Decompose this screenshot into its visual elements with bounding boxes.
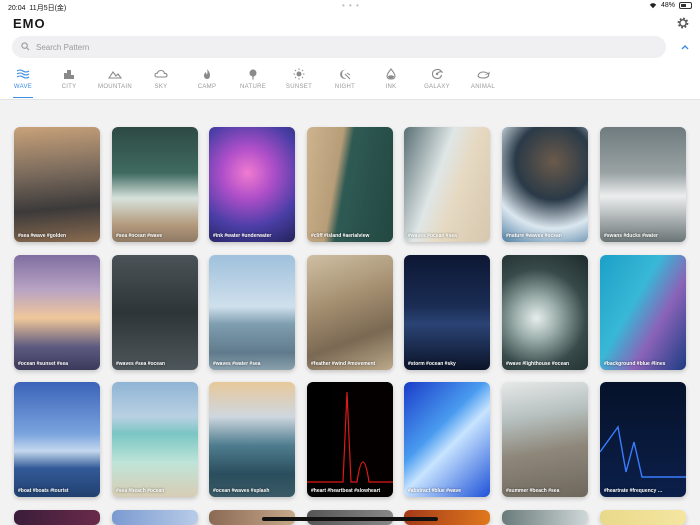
- app-header: EMO WAVE CITY MOUNTAIN SKY: [0, 14, 700, 100]
- pattern-tags: #abstract #blue #wave: [408, 488, 462, 494]
- pattern-tags: #summer #beach #sea: [506, 488, 560, 494]
- pattern-card[interactable]: #ink #water #underwater: [209, 127, 295, 242]
- tab-label: CITY: [61, 84, 77, 90]
- animal-icon: [477, 71, 490, 79]
- pattern-card-partial[interactable]: [600, 510, 686, 525]
- pattern-card-partial[interactable]: [112, 510, 198, 525]
- moon-icon: [340, 69, 351, 80]
- tab-label: MOUNTAIN: [98, 84, 132, 90]
- pattern-card[interactable]: #abstract #blue #wave: [404, 382, 490, 497]
- tab-ink[interactable]: INK: [368, 66, 414, 98]
- ink-drop-icon: [386, 68, 396, 80]
- search-input[interactable]: [36, 39, 636, 55]
- pattern-card[interactable]: #storm #ocean #sky: [404, 255, 490, 370]
- tree-icon: [249, 69, 257, 80]
- pattern-tags: #feather #wind #movement: [311, 361, 376, 367]
- pattern-card[interactable]: #ocean #sunset #sea: [14, 255, 100, 370]
- pattern-tags: #swans #ducks #water: [604, 233, 658, 239]
- tab-label: GALAXY: [424, 84, 450, 90]
- pattern-card[interactable]: #sea #ocean #wave: [112, 127, 198, 242]
- pattern-tags: #storm #ocean #sky: [408, 361, 456, 367]
- tab-night[interactable]: NIGHT: [322, 66, 368, 98]
- tab-label: SKY: [154, 84, 168, 90]
- pattern-card[interactable]: #heart #heartbeat #slowheart: [307, 382, 393, 497]
- gear-icon[interactable]: [676, 16, 690, 30]
- mountain-icon: [108, 71, 122, 79]
- tab-nature[interactable]: NATURE: [230, 66, 276, 98]
- pattern-tags: #boat #boats #tourist: [18, 488, 69, 494]
- pattern-card[interactable]: #waves #sea #ocean: [112, 255, 198, 370]
- tab-camp[interactable]: CAMP: [184, 66, 230, 98]
- tab-label: NATURE: [239, 84, 267, 90]
- tab-wave[interactable]: WAVE: [0, 66, 46, 98]
- tab-animal[interactable]: ANIMAL: [460, 66, 506, 98]
- pattern-tags: #nature #waves #ocean: [506, 233, 562, 239]
- wifi-icon: [649, 3, 657, 9]
- search-bar[interactable]: [12, 36, 666, 58]
- tab-sky[interactable]: SKY: [138, 66, 184, 98]
- pattern-card[interactable]: #feather #wind #movement: [307, 255, 393, 370]
- battery-percent: 48%: [660, 2, 675, 9]
- tab-mountain[interactable]: MOUNTAIN: [92, 66, 138, 98]
- pattern-card[interactable]: #waves #water #sea: [209, 255, 295, 370]
- pattern-card[interactable]: #ocean #waves #splash: [209, 382, 295, 497]
- heartbeat-line: [307, 391, 393, 483]
- pattern-tags: #waves #sea #ocean: [116, 361, 165, 367]
- wave-icon: [16, 69, 30, 79]
- tab-label: SUNSET: [285, 84, 313, 90]
- pattern-card[interactable]: #summer #beach #sea: [502, 382, 588, 497]
- pattern-card[interactable]: #swans #ducks #water: [600, 127, 686, 242]
- pattern-card[interactable]: #boat #boats #tourist: [14, 382, 100, 497]
- active-tab-indicator: [13, 97, 33, 98]
- pattern-card[interactable]: #nature #waves #ocean: [502, 127, 588, 242]
- tab-galaxy[interactable]: GALAXY: [414, 66, 460, 98]
- pattern-tags: #wave #lighthouse #ocean: [506, 361, 570, 367]
- frequency-line: [600, 425, 686, 478]
- pattern-tags: #sea #beach #ocean: [116, 488, 165, 494]
- pattern-tags: #background #blue #lines: [604, 361, 666, 367]
- pattern-card[interactable]: #waves #ocean #sea: [404, 127, 490, 242]
- pattern-card[interactable]: #wave #lighthouse #ocean: [502, 255, 588, 370]
- app-title: EMO: [13, 16, 46, 31]
- multitasking-dots[interactable]: • • •: [342, 1, 360, 10]
- pattern-card-partial[interactable]: [14, 510, 100, 525]
- battery-icon: [679, 2, 692, 9]
- tab-label: NIGHT: [334, 84, 356, 90]
- pattern-tags: #ink #water #underwater: [213, 233, 272, 239]
- pattern-card[interactable]: #sea #beach #ocean: [112, 382, 198, 497]
- cloud-icon: [154, 69, 168, 78]
- pattern-tags: #sea #wave #golden: [18, 233, 67, 239]
- tab-sunset[interactable]: SUNSET: [276, 66, 322, 98]
- status-bar: 20:04 11月5日(金) • • • 48%: [0, 0, 700, 14]
- pattern-card[interactable]: #sea #wave #golden: [14, 127, 100, 242]
- pattern-card[interactable]: #background #blue #lines: [600, 255, 686, 370]
- pattern-card[interactable]: #cliff #island #aerialview: [307, 127, 393, 242]
- galaxy-icon: [431, 68, 444, 80]
- city-icon: [64, 70, 74, 79]
- tab-label: ANIMAL: [470, 84, 496, 90]
- search-icon: [21, 42, 30, 51]
- pattern-tags: #cliff #island #aerialview: [311, 233, 370, 239]
- pattern-tags: #heart #heartbeat #slowheart: [311, 488, 381, 494]
- tab-label: WAVE: [13, 84, 33, 90]
- pattern-tags: #heartrate #frequency …: [604, 488, 663, 494]
- category-tabs: WAVE CITY MOUNTAIN SKY CAMP NATURE SUNSE…: [0, 66, 700, 100]
- tab-city[interactable]: CITY: [46, 66, 92, 98]
- pattern-card[interactable]: #heartrate #frequency …: [600, 382, 686, 497]
- sun-icon: [293, 68, 305, 80]
- pattern-card-partial[interactable]: [502, 510, 588, 525]
- pattern-tags: #waves #ocean #sea: [408, 233, 457, 239]
- status-right: 48%: [649, 2, 692, 9]
- pattern-tags: #ocean #sunset #sea: [18, 361, 69, 367]
- home-indicator[interactable]: [262, 517, 438, 521]
- status-time: 20:04 11月5日(金): [8, 5, 67, 12]
- tab-label: INK: [385, 84, 397, 90]
- pattern-tags: #sea #ocean #wave: [116, 233, 163, 239]
- pattern-tags: #waves #water #sea: [213, 361, 261, 367]
- chevron-up-icon[interactable]: [680, 42, 690, 52]
- tab-label: CAMP: [197, 84, 217, 90]
- fire-icon: [204, 69, 210, 79]
- pattern-tags: #ocean #waves #splash: [213, 488, 270, 494]
